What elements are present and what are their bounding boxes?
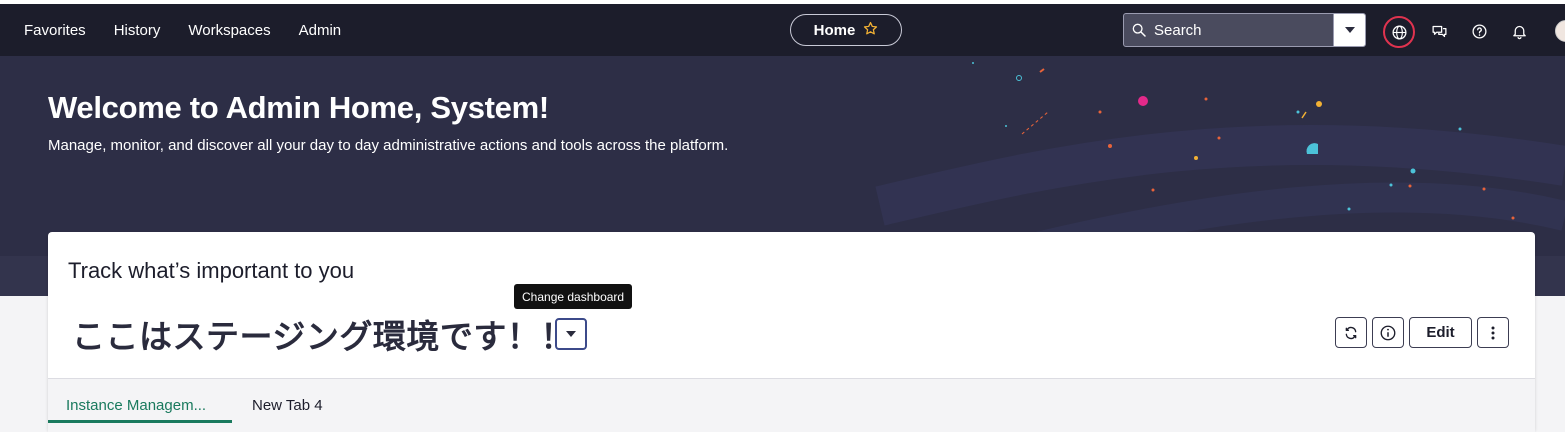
nav-admin[interactable]: Admin bbox=[299, 22, 342, 39]
nav-history[interactable]: History bbox=[114, 22, 161, 39]
info-button[interactable] bbox=[1372, 317, 1404, 348]
nav-favorites[interactable]: Favorites bbox=[24, 22, 86, 39]
home-label: Home bbox=[813, 21, 856, 39]
chevron-down-icon bbox=[1344, 27, 1355, 33]
main-nav: Favorites History Workspaces Admin bbox=[24, 4, 341, 56]
tab-instance-management[interactable]: Instance Managem... bbox=[66, 397, 206, 414]
dashboard-card: Track what’s important to you ここはステージング環… bbox=[48, 232, 1535, 432]
star-icon[interactable] bbox=[863, 21, 878, 40]
notifications-button[interactable] bbox=[1505, 17, 1533, 45]
search-scope-dropdown[interactable] bbox=[1333, 14, 1365, 46]
search-icon bbox=[1124, 22, 1154, 38]
hero-subtitle: Manage, monitor, and discover all your d… bbox=[48, 137, 729, 154]
chat-button[interactable] bbox=[1425, 17, 1453, 45]
chat-icon bbox=[1431, 25, 1447, 37]
home-button[interactable]: Home bbox=[790, 14, 902, 46]
globe-icon bbox=[1391, 24, 1407, 40]
change-dashboard-button[interactable] bbox=[555, 318, 587, 350]
info-icon bbox=[1380, 325, 1396, 340]
dashboard-title: ここはステージング環境です！！ bbox=[72, 318, 574, 355]
help-icon bbox=[1471, 23, 1487, 39]
help-button[interactable] bbox=[1465, 17, 1493, 45]
refresh-button[interactable] bbox=[1335, 317, 1367, 348]
search-box[interactable]: Search bbox=[1123, 13, 1366, 47]
more-vertical-icon bbox=[1491, 326, 1495, 339]
tooltip: Change dashboard bbox=[514, 284, 633, 309]
search-input[interactable]: Search bbox=[1154, 22, 1333, 39]
tab-new-tab-4[interactable]: New Tab 4 bbox=[252, 397, 323, 414]
more-options-button[interactable] bbox=[1477, 317, 1509, 348]
refresh-icon bbox=[1345, 326, 1357, 339]
active-tab-indicator bbox=[48, 420, 232, 423]
dashboard-heading: Track what’s important to you bbox=[68, 258, 355, 283]
nav-workspaces[interactable]: Workspaces bbox=[188, 22, 270, 39]
top-navigation-bar: Favorites History Workspaces Admin Home … bbox=[0, 0, 1565, 56]
avatar[interactable] bbox=[1555, 20, 1565, 42]
globe-button[interactable] bbox=[1383, 16, 1415, 48]
bell-icon bbox=[1512, 25, 1526, 39]
edit-button[interactable]: Edit bbox=[1409, 317, 1472, 348]
hero-title: Welcome to Admin Home, System! bbox=[48, 90, 549, 125]
caret-down-icon bbox=[566, 331, 576, 337]
